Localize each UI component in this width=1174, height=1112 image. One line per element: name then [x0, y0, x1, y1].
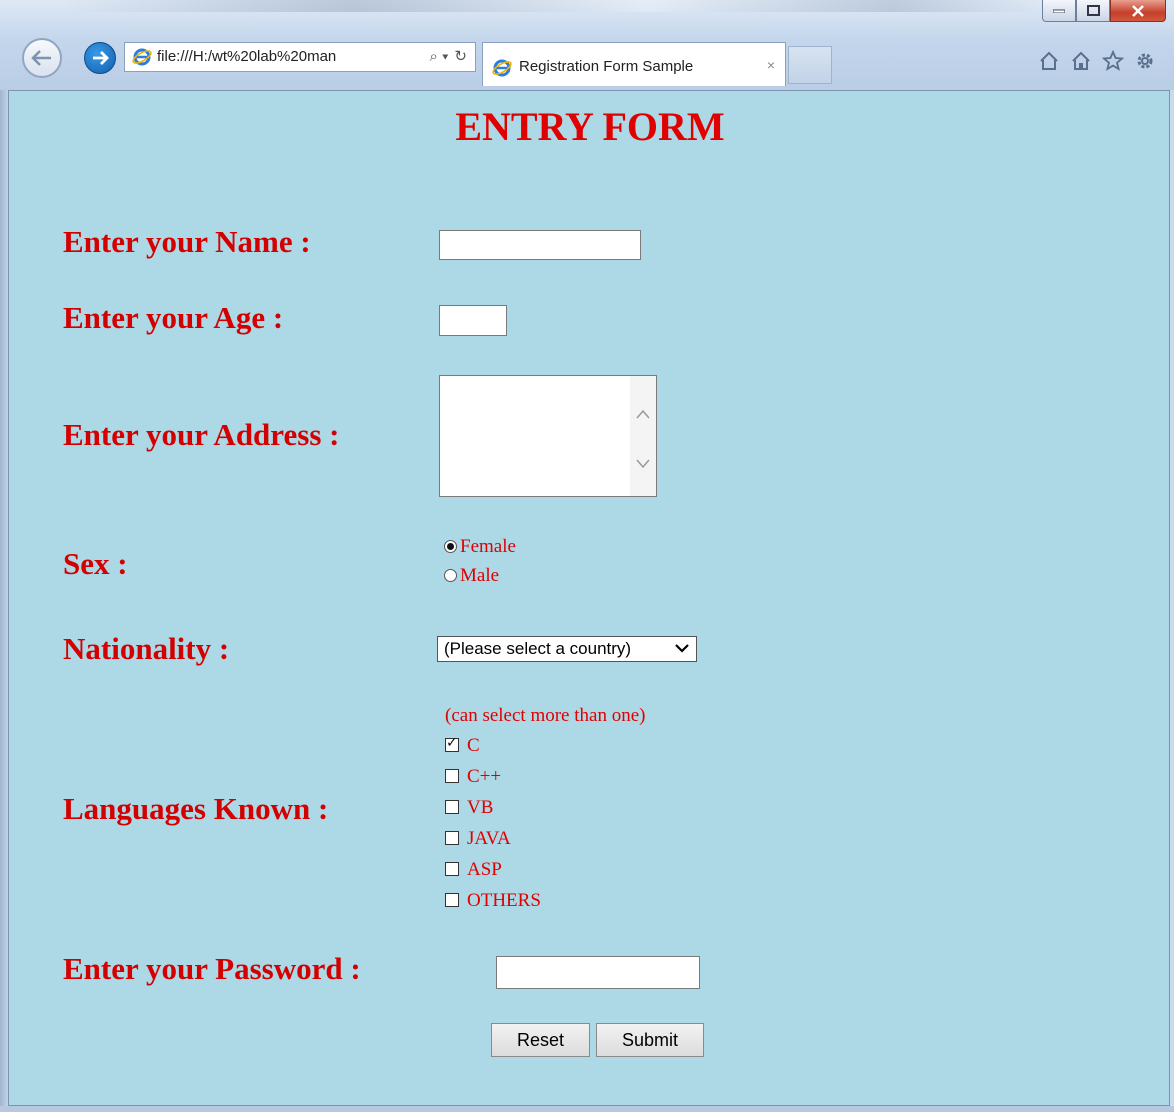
checkbox-vb[interactable]: VB [445, 797, 493, 819]
new-tab-button[interactable] [788, 46, 832, 84]
close-icon [1132, 4, 1144, 17]
nationality-selected: (Please select a country) [444, 639, 632, 658]
radio-female-label: Female [460, 536, 516, 557]
languages-label: Languages Known : [63, 791, 329, 826]
refresh-icon[interactable]: ↻ [454, 47, 467, 65]
password-input[interactable] [496, 956, 700, 989]
radio-button[interactable] [444, 569, 457, 582]
search-dropdown-icon[interactable]: ⌕ ▾ [430, 48, 449, 65]
arrow-right-icon [93, 51, 109, 65]
address-bar[interactable]: file:///H:/wt%20lab%20man ⌕ ▾ ↻ [124, 42, 476, 72]
checkbox[interactable] [445, 893, 459, 907]
nationality-label: Nationality : [63, 631, 230, 666]
checkbox-label: VB [467, 797, 494, 818]
checkbox-java[interactable]: JAVA [445, 828, 511, 850]
arrow-left-icon [31, 50, 51, 66]
forward-button[interactable] [84, 42, 116, 74]
languages-hint: (can select more than one) [445, 705, 646, 726]
checkbox[interactable] [445, 769, 459, 783]
maximize-button[interactable] [1076, 0, 1110, 22]
name-input[interactable] [439, 230, 641, 260]
window-bottom-border [0, 1106, 1174, 1112]
home-icon[interactable] [1070, 50, 1092, 72]
checkbox-label: JAVA [467, 828, 511, 849]
password-label: Enter your Password : [63, 951, 361, 986]
checkbox-label: ASP [467, 859, 502, 880]
checkbox-label: C++ [467, 766, 502, 787]
reset-button[interactable]: Reset [491, 1023, 590, 1057]
ie-logo-icon [492, 59, 512, 77]
checkbox-cpp[interactable]: C++ [445, 766, 501, 788]
textarea-scrollbar[interactable] [630, 376, 656, 496]
browser-titlebar: file:///H:/wt%20lab%20man ⌕ ▾ ↻ Registra… [0, 0, 1174, 90]
tab-title: Registration Form Sample [519, 58, 694, 75]
window-controls [1042, 0, 1166, 22]
radio-male-label: Male [460, 565, 500, 586]
minimize-icon [1053, 9, 1065, 13]
radio-female[interactable]: Female [444, 536, 516, 558]
checkbox[interactable] [445, 735, 459, 752]
gear-icon[interactable] [1134, 50, 1156, 72]
checkbox-asp[interactable]: ASP [445, 859, 502, 881]
ie-logo-icon [132, 48, 152, 66]
tab-registration-form[interactable]: Registration Form Sample × [482, 42, 786, 86]
maximize-icon [1086, 5, 1100, 16]
checkbox-label: OTHERS [467, 890, 541, 911]
scroll-arrows-icon [636, 409, 650, 469]
browser-tools [1038, 49, 1156, 72]
sex-label: Sex : [63, 546, 128, 581]
minimize-button[interactable] [1042, 0, 1076, 22]
chevron-down-icon [674, 636, 690, 668]
home-icon[interactable] [1038, 50, 1060, 72]
back-button[interactable] [22, 38, 62, 78]
favorites-star-icon[interactable] [1101, 49, 1125, 72]
checkbox-others[interactable]: OTHERS [445, 890, 541, 912]
close-window-button[interactable] [1110, 0, 1166, 22]
address-tools: ⌕ ▾ ↻ [430, 47, 467, 66]
checkbox[interactable] [445, 862, 459, 876]
address-label: Enter your Address : [63, 417, 340, 452]
radio-male[interactable]: Male [444, 565, 499, 587]
checkbox[interactable] [445, 831, 459, 845]
checkbox-c[interactable]: C [445, 735, 480, 757]
page-viewport: ENTRY FORM Enter your Name : Enter your … [8, 90, 1170, 1106]
radio-button[interactable] [444, 540, 457, 553]
address-text: file:///H:/wt%20lab%20man [157, 48, 337, 65]
tab-close-icon[interactable]: × [767, 57, 775, 73]
titlebar-blur [60, 0, 1040, 12]
submit-button[interactable]: Submit [596, 1023, 704, 1057]
age-input[interactable] [439, 305, 507, 336]
address-textarea[interactable] [439, 375, 657, 497]
nationality-select[interactable]: (Please select a country) [437, 636, 697, 662]
name-label: Enter your Name : [63, 224, 311, 259]
checkbox-label: C [467, 735, 480, 756]
page-title: ENTRY FORM [455, 104, 725, 149]
checkbox[interactable] [445, 800, 459, 814]
age-label: Enter your Age : [63, 300, 284, 335]
window-left-border [0, 90, 8, 1112]
